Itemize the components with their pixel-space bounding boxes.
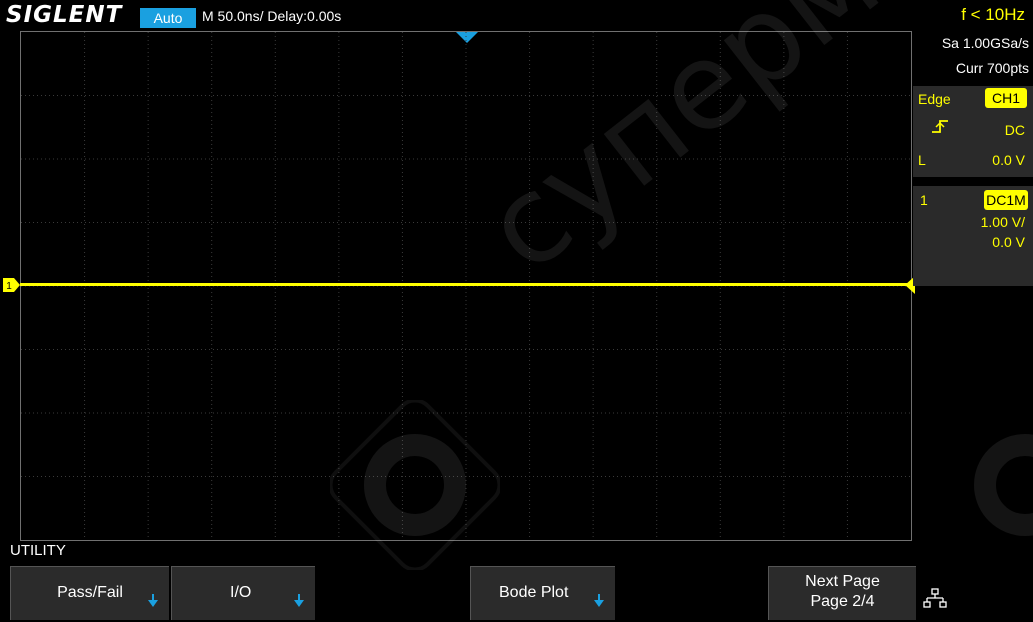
memory-depth: Curr 700pts (955, 60, 1029, 76)
brand-logo: SIGLENT (6, 2, 123, 28)
network-icon (923, 588, 947, 608)
softkey-label: Pass/Fail (57, 584, 123, 601)
softkey-label: Next Page (805, 573, 880, 590)
channel1-trace (20, 283, 910, 286)
channel-scale: 1.00 V/ (980, 214, 1025, 230)
frequency-readout: f < 10Hz (961, 5, 1025, 24)
submenu-arrow-icon (148, 594, 158, 607)
timebase-readout: M 50.0ns/ Delay:0.00s (202, 8, 342, 24)
bode-plot-button[interactable]: Bode Plot (470, 566, 615, 620)
submenu-arrow-icon (594, 594, 604, 607)
trigger-source-badge: CH1 (985, 88, 1027, 108)
sample-rate: Sa 1.00GSa/s (941, 35, 1029, 51)
submenu-arrow-icon (294, 594, 304, 607)
trigger-type: Edge (918, 91, 951, 107)
channel-coupling-badge: DC1M (984, 190, 1028, 210)
channel1-offset-marker[interactable]: 1 (2, 277, 22, 293)
channel-offset: 0.0 V (992, 234, 1025, 250)
watermark-gear-icon (330, 400, 500, 570)
menu-title: UTILITY (10, 542, 66, 559)
watermark-gear-icon-right (974, 434, 1033, 536)
next-page-button[interactable]: Next Page Page 2/4 (768, 566, 916, 620)
trigger-level-value: 0.0 V (992, 152, 1025, 168)
page-indicator: Page 2/4 (810, 593, 875, 610)
trigger-coupling: DC (1004, 122, 1025, 138)
trigger-mode-badge[interactable]: Auto (140, 8, 196, 28)
pass-fail-button[interactable]: Pass/Fail (10, 566, 169, 620)
channel-number: 1 (920, 192, 928, 208)
channel1-marker-label: 1 (6, 281, 12, 292)
io-button[interactable]: I/O (171, 566, 315, 620)
